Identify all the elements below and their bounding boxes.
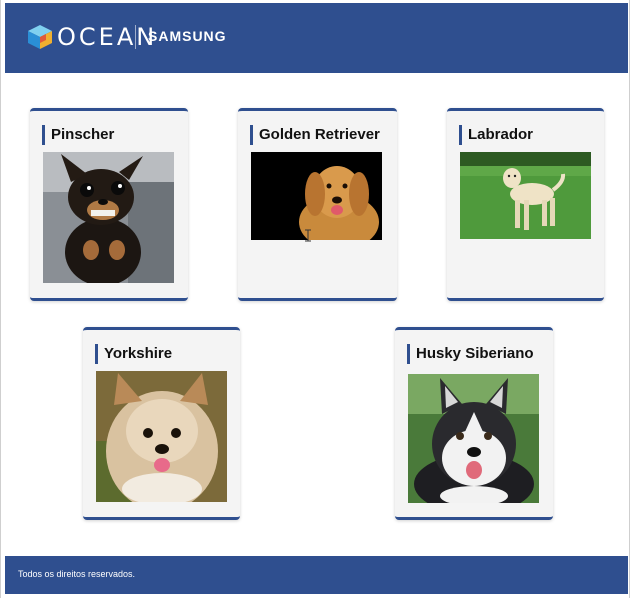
dog-card-pinscher[interactable]: Pinscher <box>30 108 188 301</box>
golden-retriever-photo-icon <box>251 152 382 240</box>
labrador-photo-icon <box>460 152 591 239</box>
card-title: Labrador <box>459 125 533 145</box>
dog-card-yorkshire[interactable]: Yorkshire <box>83 327 240 520</box>
husky-siberiano-photo-icon <box>408 374 539 503</box>
card-title: Golden Retriever <box>250 125 380 145</box>
ocean-cube-logo-icon <box>28 25 52 49</box>
site-footer: Todos os direitos reservados. <box>5 556 628 594</box>
dog-card-golden-retriever[interactable]: Golden Retriever <box>238 108 397 301</box>
copyright-text: Todos os direitos reservados. <box>18 569 136 579</box>
dog-card-husky-siberiano[interactable]: Husky Siberiano <box>395 327 553 520</box>
ocean-logo-text[interactable]: OCEAN <box>57 23 157 51</box>
card-title: Yorkshire <box>95 344 172 364</box>
logo-divider <box>135 25 136 49</box>
card-title: Pinscher <box>42 125 114 145</box>
dog-card-labrador[interactable]: Labrador <box>447 108 604 301</box>
pinscher-photo-icon <box>43 152 174 283</box>
text-cursor-icon <box>305 229 311 242</box>
site-header: OCEAN SAMSUNG <box>5 3 628 73</box>
card-title: Husky Siberiano <box>407 344 534 364</box>
samsung-logo-text: SAMSUNG <box>148 28 227 44</box>
yorkshire-photo-icon <box>96 371 227 502</box>
